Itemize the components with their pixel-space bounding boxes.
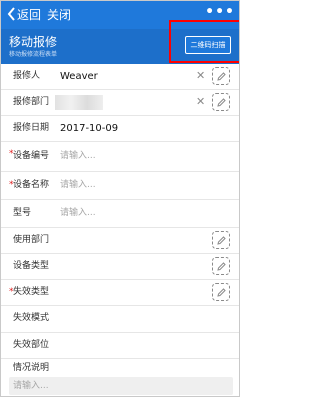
more-icon[interactable]: ••• [205, 5, 235, 19]
form-row-failure-mode: 失效模式 [1, 306, 239, 333]
failure-part-label: 失效部位 [13, 340, 50, 350]
reporter-dept-label: 报修部门 [13, 97, 50, 107]
form-row-using-dept: 使用部门 [1, 228, 239, 254]
model-input[interactable]: 请输入... [60, 207, 96, 220]
form-row-device-number: * 设备编号 请输入... [1, 142, 239, 172]
device-number-input[interactable]: 请输入... [60, 150, 96, 163]
device-name-label: 设备名称 [13, 180, 50, 190]
description-label: 情况说明 [13, 363, 50, 373]
form-row-reporter-dept: 报修部门 ✕ [1, 90, 239, 116]
failure-type-label: 失效类型 [13, 287, 50, 297]
form-row-device-type: 设备类型 [1, 254, 239, 280]
highlight-box [169, 20, 239, 63]
mobile-screen: 返回 关闭 ••• 移动报修 移动报修流程表单 二维码扫描 报修人 Weaver… [0, 0, 240, 397]
blurred-value [55, 95, 103, 110]
pencil-icon[interactable] [212, 283, 230, 301]
form-row-reporter: 报修人 Weaver ✕ [1, 64, 239, 90]
form-row-device-name: * 设备名称 请输入... [1, 172, 239, 200]
close-icon[interactable]: ✕ [196, 69, 205, 83]
page-subtitle: 移动报修流程表单 [9, 51, 58, 58]
failure-mode-label: 失效模式 [13, 313, 50, 323]
form-row-model: 型号 请输入... [1, 200, 239, 228]
using-dept-label: 使用部门 [13, 235, 50, 245]
report-date-label: 报修日期 [13, 123, 50, 133]
report-date-value[interactable]: 2017-10-09 [60, 122, 118, 135]
form-row-failure-type: * 失效类型 [1, 280, 239, 306]
description-input[interactable]: 请输入... [9, 377, 233, 395]
close-icon[interactable]: ✕ [196, 95, 205, 109]
device-type-label: 设备类型 [13, 261, 50, 271]
back-button[interactable]: 返回 [17, 7, 41, 23]
device-name-input[interactable]: 请输入... [60, 179, 96, 192]
pencil-icon[interactable] [212, 93, 230, 111]
pencil-icon[interactable] [212, 257, 230, 275]
device-number-label: 设备编号 [13, 151, 50, 161]
reporter-value[interactable]: Weaver [60, 70, 98, 83]
form-row-report-date: 报修日期 2017-10-09 [1, 116, 239, 142]
form-row-failure-part: 失效部位 [1, 333, 239, 359]
pencil-icon[interactable] [212, 67, 230, 85]
chevron-left-icon[interactable] [7, 7, 16, 21]
description-placeholder: 请输入... [13, 381, 49, 391]
pencil-icon[interactable] [212, 231, 230, 249]
close-button[interactable]: 关闭 [47, 7, 71, 23]
model-label: 型号 [13, 208, 32, 218]
page-title: 移动报修 [9, 35, 58, 49]
reporter-label: 报修人 [13, 71, 41, 81]
